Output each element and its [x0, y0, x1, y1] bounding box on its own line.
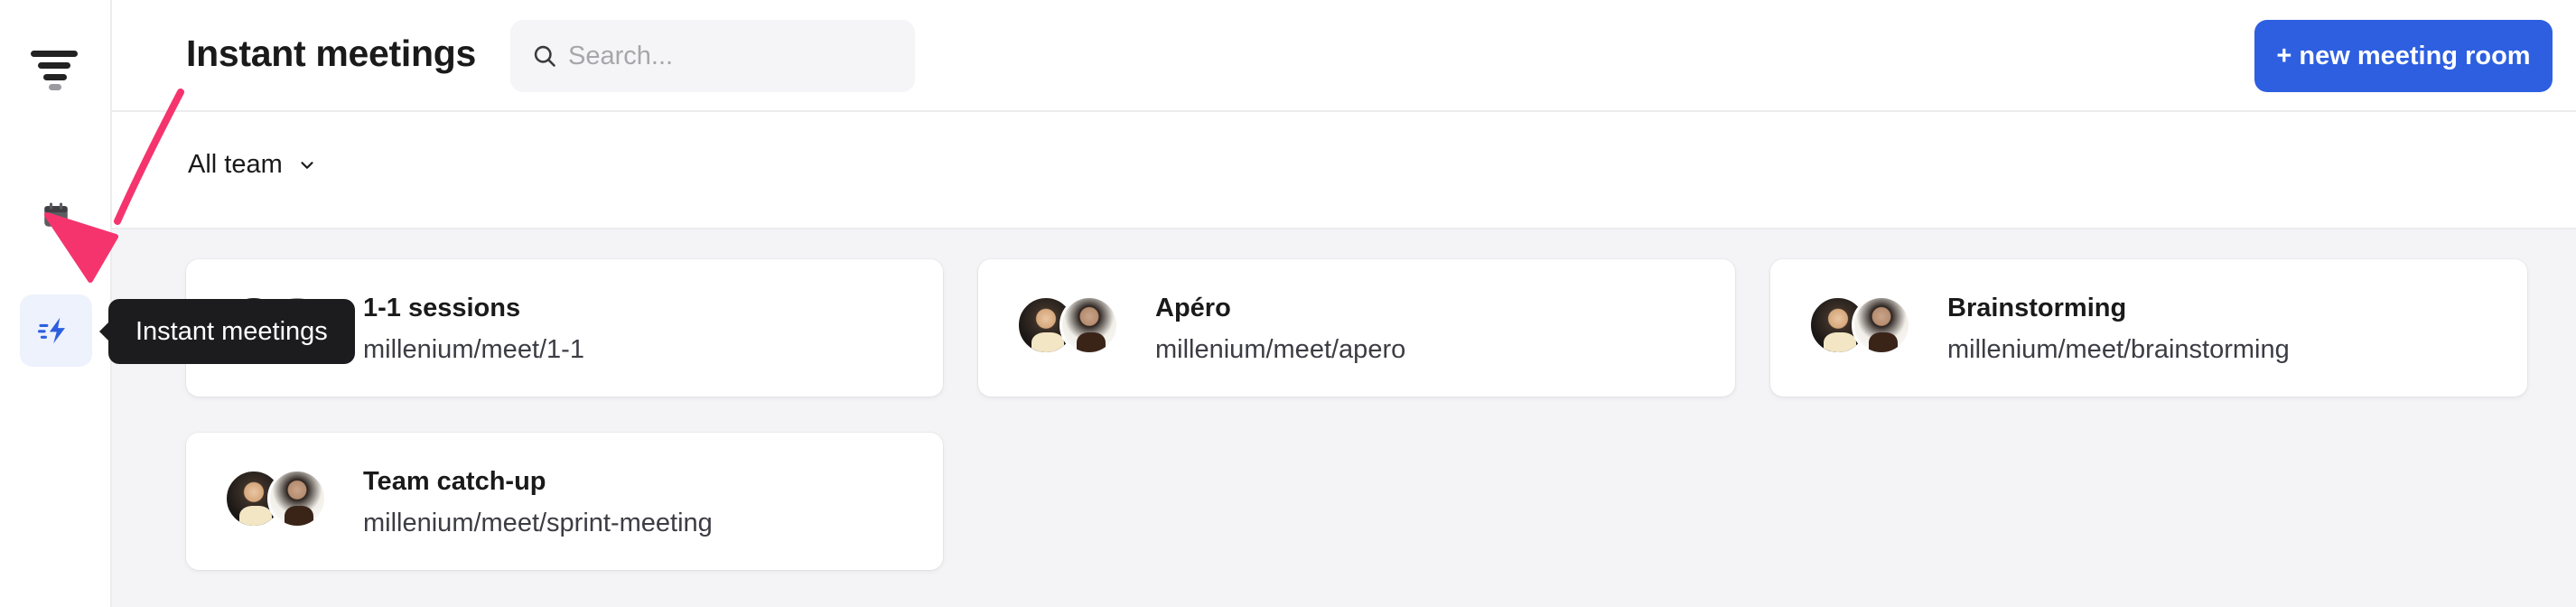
- team-filter-label: All team: [188, 150, 283, 179]
- app-window: Instant meetings Instant meetings + new …: [0, 0, 2576, 607]
- avatar: [267, 469, 327, 528]
- room-url: millenium/meet/brainstorming: [1947, 335, 2290, 364]
- filter-bar: All team: [112, 112, 2576, 229]
- room-card[interactable]: Brainstorming millenium/meet/brainstormi…: [1770, 259, 2527, 397]
- chevron-down-icon: [301, 161, 313, 169]
- sidebar: [0, 0, 112, 607]
- sidebar-item-calendar[interactable]: [27, 186, 85, 244]
- avatar: [1059, 295, 1119, 355]
- page-header: Instant meetings + new meeting room: [112, 0, 2576, 112]
- page-title: Instant meetings: [186, 33, 476, 74]
- room-url: millenium/meet/1-1: [363, 335, 584, 364]
- room-url: millenium/meet/sprint-meeting: [363, 509, 713, 537]
- sidebar-item-instant-meetings[interactable]: [20, 294, 92, 367]
- calendar-icon: [44, 202, 68, 227]
- search-input[interactable]: [568, 20, 902, 92]
- search-icon: [534, 45, 555, 67]
- room-title: Apéro: [1155, 294, 1231, 322]
- room-title: 1-1 sessions: [363, 294, 521, 322]
- room-title: Brainstorming: [1947, 294, 2127, 322]
- participant-avatars: [1808, 295, 1913, 359]
- room-title: Team catch-up: [363, 467, 546, 496]
- new-meeting-room-button[interactable]: + new meeting room: [2254, 20, 2553, 92]
- room-card[interactable]: Apéro millenium/meet/apero: [978, 259, 1735, 397]
- participant-avatars: [1016, 295, 1121, 359]
- app-logo[interactable]: [31, 51, 81, 90]
- search-box[interactable]: [510, 20, 915, 92]
- participant-avatars: [224, 469, 329, 532]
- bolt-icon: [38, 317, 65, 344]
- room-card[interactable]: Team catch-up millenium/meet/sprint-meet…: [186, 433, 943, 570]
- tooltip-instant-meetings: Instant meetings: [99, 299, 355, 364]
- room-url: millenium/meet/apero: [1155, 335, 1406, 364]
- team-filter-dropdown[interactable]: All team: [188, 150, 317, 180]
- rooms-grid: 1-1 sessions millenium/meet/1-1 Apéro mi…: [112, 229, 2576, 607]
- avatar: [1852, 295, 1911, 355]
